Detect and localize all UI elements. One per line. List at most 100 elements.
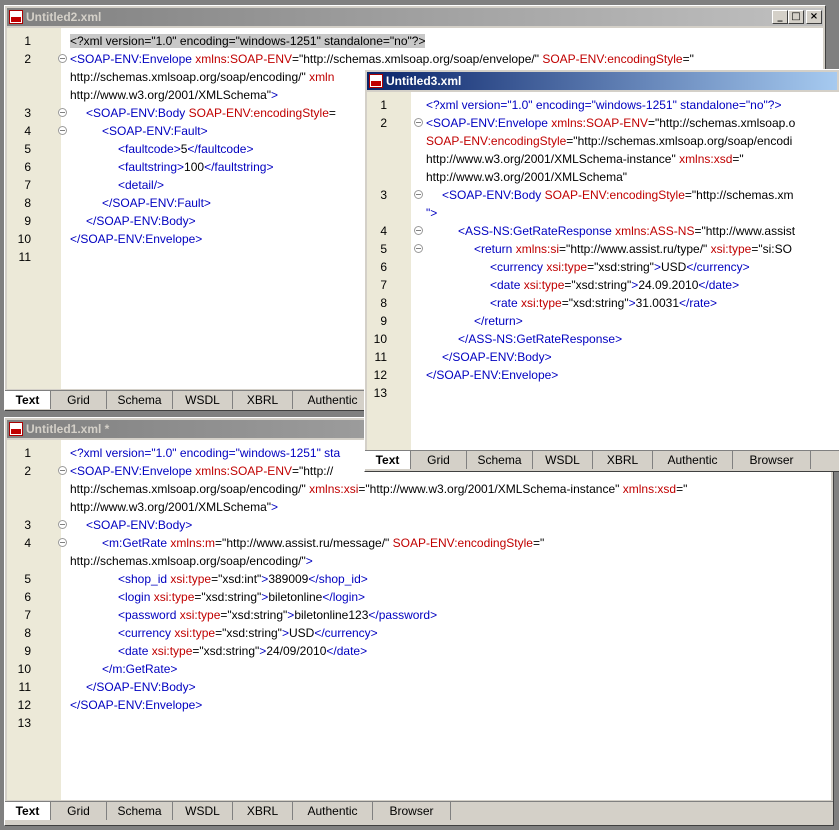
code-line[interactable]: 4 <ASS-NS:GetRateResponse xmlns:ASS-NS="h… <box>367 222 839 240</box>
code-line[interactable]: http://schemas.xmlsoap.org/soap/encoding… <box>7 480 831 498</box>
code-line[interactable]: 9 <date xsi:type="xsd:string">24/09/2010<… <box>7 642 831 660</box>
line-number: 11 <box>18 250 31 264</box>
window-untitled1[interactable]: Untitled1.xml * 1 <?xml version="1.0" enc… <box>4 417 834 826</box>
code-line[interactable]: 11 </SOAP-ENV:Body> <box>7 678 831 696</box>
code-line[interactable]: 8 <currency xsi:type="xsd:string">USD</cu… <box>7 624 831 642</box>
code-line[interactable]: 10 </ASS-NS:GetRateResponse> <box>367 330 839 348</box>
code-line[interactable]: 13 <box>7 714 831 732</box>
fold-toggle-icon[interactable] <box>414 118 423 127</box>
code-line[interactable]: http://schemas.xmlsoap.org/soap/encoding… <box>7 552 831 570</box>
tab-grid[interactable]: Grid <box>51 802 107 820</box>
code-line[interactable]: "> <box>367 204 839 222</box>
titlebar-untitled2[interactable]: Untitled2.xml _ □ × <box>7 8 823 26</box>
minimize-button[interactable]: _ <box>772 10 788 24</box>
code-line[interactable]: http://www.w3.org/2001/XMLSchema" <box>367 168 839 186</box>
tab-xbrl[interactable]: XBRL <box>593 451 653 469</box>
code-text: </SOAP-ENV:Envelope> <box>70 232 203 246</box>
code-line[interactable]: 1 <?xml version="1.0" encoding="windows-1… <box>7 32 823 50</box>
tab-authentic[interactable]: Authentic <box>653 451 733 469</box>
code-line[interactable]: 12 </SOAP-ENV:Envelope> <box>367 366 839 384</box>
tab-xbrl[interactable]: XBRL <box>233 802 293 820</box>
line-number: 3 <box>24 518 31 532</box>
code-line[interactable]: 3 <SOAP-ENV:Body> <box>7 516 831 534</box>
code-text: http://www.w3.org/2001/XMLSchema" <box>426 170 628 184</box>
code-line[interactable]: 8 <rate xsi:type="xsd:string">31.0031</ra… <box>367 294 839 312</box>
fold-toggle-icon[interactable] <box>58 538 67 547</box>
code-line[interactable]: 6 <login xsi:type="xsd:string">biletonlin… <box>7 588 831 606</box>
tab-grid[interactable]: Grid <box>51 391 107 409</box>
code-text: <SOAP-ENV:Envelope xmlns:SOAP-ENV="http:… <box>426 116 796 130</box>
tab-browser[interactable]: Browser <box>733 451 811 469</box>
code-text: </return> <box>474 314 523 328</box>
tab-text[interactable]: Text <box>5 391 51 409</box>
code-text: <SOAP-ENV:Envelope xmlns:SOAP-ENV="http:… <box>70 464 334 478</box>
code-line[interactable]: 11 </SOAP-ENV:Body> <box>367 348 839 366</box>
fold-toggle-icon[interactable] <box>58 466 67 475</box>
code-line[interactable]: 3 <SOAP-ENV:Body SOAP-ENV:encodingStyle="… <box>367 186 839 204</box>
fold-toggle-icon[interactable] <box>58 54 67 63</box>
tab-grid[interactable]: Grid <box>411 451 467 469</box>
tab-text[interactable]: Text <box>5 802 51 820</box>
tab-wsdl[interactable]: WSDL <box>173 802 233 820</box>
code-text: </SOAP-ENV:Fault> <box>102 196 211 210</box>
code-line[interactable]: 2 <SOAP-ENV:Envelope xmlns:SOAP-ENV="http… <box>7 50 823 68</box>
code-line[interactable]: 2 <SOAP-ENV:Envelope xmlns:SOAP-ENV="http… <box>367 114 839 132</box>
code-line[interactable]: 9 </return> <box>367 312 839 330</box>
code-text: </SOAP-ENV:Body> <box>86 214 196 228</box>
line-number: 3 <box>380 188 387 202</box>
tab-wsdl[interactable]: WSDL <box>173 391 233 409</box>
line-number: 10 <box>17 662 31 676</box>
code-line[interactable]: 10 </m:GetRate> <box>7 660 831 678</box>
tab-schema[interactable]: Schema <box>107 391 173 409</box>
code-text: <return xmlns:si="http://www.assist.ru/t… <box>474 242 792 256</box>
line-number: 4 <box>380 224 387 238</box>
window-untitled3[interactable]: Untitled3.xml 1 <?xml version="1.0" encod… <box>364 69 839 472</box>
fold-toggle-icon[interactable] <box>58 520 67 529</box>
code-text: <?xml version="1.0" encoding="windows-12… <box>70 34 426 48</box>
code-line[interactable]: 13 <box>367 384 839 402</box>
tab-xbrl[interactable]: XBRL <box>233 391 293 409</box>
code-line[interactable]: 6 <currency xsi:type="xsd:string">USD</cu… <box>367 258 839 276</box>
code-line[interactable]: http://www.w3.org/2001/XMLSchema-instanc… <box>367 150 839 168</box>
line-number: 7 <box>380 278 387 292</box>
tab-authentic[interactable]: Authentic <box>293 391 373 409</box>
window-title: Untitled2.xml <box>26 10 102 24</box>
titlebar-untitled3[interactable]: Untitled3.xml <box>367 72 837 90</box>
code-line[interactable]: 5 <return xmlns:si="http://www.assist.ru/… <box>367 240 839 258</box>
line-number: 7 <box>24 608 31 622</box>
code-text: <login xsi:type="xsd:string">biletonline… <box>118 590 366 604</box>
code-line[interactable]: 7 <password xsi:type="xsd:string">bileton… <box>7 606 831 624</box>
xml-text-editor[interactable]: 1 <?xml version="1.0" encoding="windows-1… <box>367 92 839 450</box>
code-text: <?xml version="1.0" encoding="windows-12… <box>70 446 341 460</box>
close-button[interactable]: × <box>806 10 822 24</box>
code-text: <?xml version="1.0" encoding="windows-12… <box>426 98 782 112</box>
tab-browser[interactable]: Browser <box>373 802 451 820</box>
code-text: <SOAP-ENV:Body SOAP-ENV:encodingStyle= <box>86 106 336 120</box>
line-number: 2 <box>380 116 387 130</box>
code-text: <faultstring>100</faultstring> <box>118 160 274 174</box>
code-text: <SOAP-ENV:Body SOAP-ENV:encodingStyle="h… <box>442 188 794 202</box>
line-number: 6 <box>24 160 31 174</box>
tab-wsdl[interactable]: WSDL <box>533 451 593 469</box>
fold-toggle-icon[interactable] <box>414 190 423 199</box>
tab-schema[interactable]: Schema <box>107 802 173 820</box>
maximize-button[interactable]: □ <box>788 10 804 24</box>
fold-toggle-icon[interactable] <box>58 108 67 117</box>
code-line[interactable]: SOAP-ENV:encodingStyle="http://schemas.x… <box>367 132 839 150</box>
code-text: <SOAP-ENV:Envelope xmlns:SOAP-ENV="http:… <box>70 52 694 66</box>
code-line[interactable]: 1 <?xml version="1.0" encoding="windows-1… <box>367 96 839 114</box>
tab-authentic[interactable]: Authentic <box>293 802 373 820</box>
xml-text-editor[interactable]: 1 <?xml version="1.0" encoding="windows-1… <box>7 440 831 800</box>
code-line[interactable]: 12 </SOAP-ENV:Envelope> <box>7 696 831 714</box>
code-text: http://www.w3.org/2001/XMLSchema"> <box>70 88 279 102</box>
code-line[interactable]: 5 <shop_id xsi:type="xsd:int">389009</sho… <box>7 570 831 588</box>
code-line[interactable]: 4 <m:GetRate xmlns:m="http://www.assist.r… <box>7 534 831 552</box>
fold-toggle-icon[interactable] <box>58 126 67 135</box>
line-number: 10 <box>373 332 387 346</box>
code-line[interactable]: http://www.w3.org/2001/XMLSchema"> <box>7 498 831 516</box>
tab-schema[interactable]: Schema <box>467 451 533 469</box>
fold-toggle-icon[interactable] <box>414 226 423 235</box>
tab-text[interactable]: Text <box>365 451 411 469</box>
code-line[interactable]: 7 <date xsi:type="xsd:string">24.09.2010<… <box>367 276 839 294</box>
fold-toggle-icon[interactable] <box>414 244 423 253</box>
